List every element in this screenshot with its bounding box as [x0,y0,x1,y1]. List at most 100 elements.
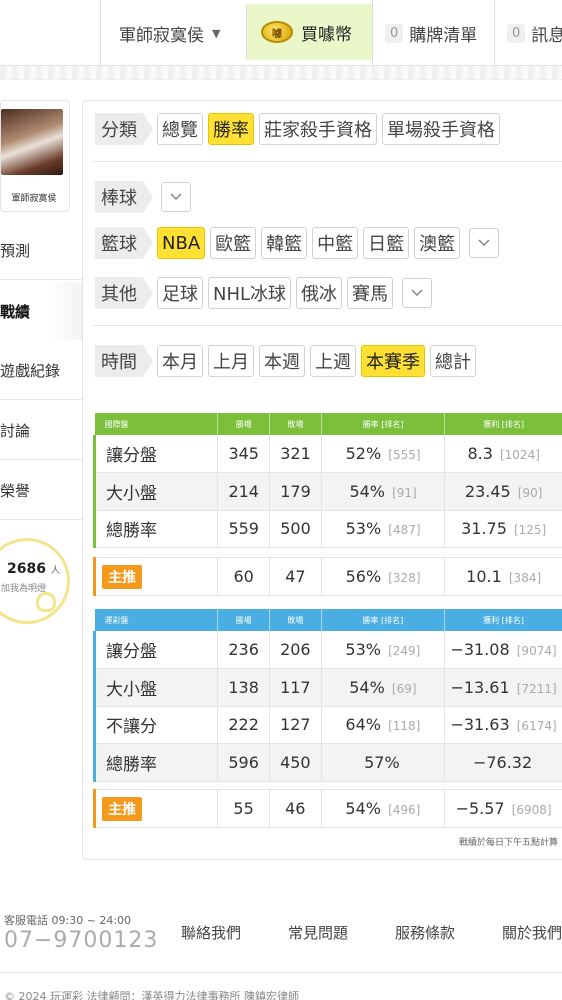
follow-lamp-button[interactable]: 2686 人 加我為明燈 [0,538,70,624]
sidebar-item-discussion[interactable]: 討論 [0,402,82,460]
footer-link-contact[interactable]: 聯絡我們 [181,922,241,943]
win-count: 55 [217,789,270,828]
intl-main-pick-row: 主推 60 47 56% [328] 10.1 [384] [92,557,562,596]
win-rate-rank: [69] [391,681,417,696]
footer-link-faq[interactable]: 常見問題 [288,922,348,943]
win-rate-cell: 56% [328] [321,557,446,596]
other-label: 其他 [95,277,153,309]
win-count: 345 [217,435,271,473]
profit-rank: [384] [508,571,542,585]
league-japan-button[interactable]: 日籃 [363,227,410,259]
profit: −31.08 [450,640,510,659]
time-last-week-button[interactable]: 上週 [310,345,356,377]
col-header: 勝率 [排名] [321,413,446,435]
lose-count: 206 [269,631,322,669]
col-header: 勝場 [217,413,271,435]
profit-rank: [6908] [511,803,552,817]
sport-nhl-button[interactable]: NHL冰球 [208,277,292,309]
win-count: 214 [217,472,271,511]
time-this-season-button[interactable]: 本賽季 [361,345,425,377]
league-australia-button[interactable]: 澳籃 [414,227,461,259]
time-this-month-button[interactable]: 本月 [157,345,203,377]
league-nba-button[interactable]: NBA [157,227,206,259]
category-banker-killer-button[interactable]: 莊家殺手資格 [259,113,377,145]
win-rate: 54% [345,799,381,818]
profit-cell: −13.61 [7211] [444,668,562,707]
profit: 31.75 [461,519,507,539]
chevron-down-icon [411,289,423,297]
category-single-killer-button[interactable]: 單場殺手資格 [382,113,500,145]
sport-horse-racing-button[interactable]: 賽馬 [347,277,394,309]
col-header: 運彩盤 [94,609,219,631]
win-rate-cell: 64% [118] [321,706,446,744]
other-filter-row: 其他 足球 NHL冰球 俄冰 賽馬 [95,277,433,309]
lottery-main-pick-row: 主推 55 46 54% [496] −5.57 [6908] [92,789,562,828]
profit: −5.57 [455,799,505,818]
basketball-dropdown[interactable] [469,228,500,258]
service-phone[interactable]: 07−9700123 [4,928,158,953]
other-dropdown[interactable] [402,278,433,308]
lottery-record-table: 運彩盤 勝場 敗場 勝率 [排名] 獲利 [排名] 讓分盤 236 206 53… [92,609,562,782]
row-name: 總勝率 [92,510,219,548]
service-hours-label: 客服電話 09:30 ~ 24:00 [4,914,132,927]
cart-label: 購牌清單 [409,25,478,46]
league-euro-button[interactable]: 歐籃 [210,227,257,259]
messages-button[interactable]: 0 訊息 [494,0,562,66]
category-winrate-button[interactable]: 勝率 [208,113,254,145]
row-name: 大小盤 [92,668,219,707]
fans-hint: 加我為明燈 [1,584,47,594]
baseball-dropdown[interactable] [161,182,191,212]
win-count: 236 [217,631,270,669]
footer-link-about[interactable]: 關於我們 [502,922,562,943]
time-last-month-button[interactable]: 上月 [208,345,254,377]
sidebar-item-honor[interactable]: 榮譽 [0,462,82,520]
win-rate-cell: 53% [249] [321,631,446,669]
time-this-week-button[interactable]: 本週 [259,345,305,377]
profile-card[interactable]: 軍師寂寞侯 [0,100,70,212]
win-rate: 54% [349,677,385,697]
win-rate-cell: 53% [487] [321,510,446,548]
divider [0,972,562,973]
win-rate: 53% [345,519,382,539]
lose-count: 179 [269,472,322,511]
footer: 客服電話 09:30 ~ 24:00 07−9700123 聯絡我們 常見問題 … [0,900,562,1000]
divider [93,325,562,326]
sidebar-item-predict[interactable]: 預測 [0,222,82,280]
win-rate-rank: [496] [388,803,421,817]
category-overview-button[interactable]: 總覽 [157,113,203,145]
table-row: 主推 55 46 54% [496] −5.57 [6908] [92,789,562,828]
table-header: 運彩盤 勝場 敗場 勝率 [排名] 獲利 [排名] [94,609,562,631]
win-rate: 52% [345,444,382,463]
chevron-down-icon [478,239,490,247]
sport-soccer-button[interactable]: 足球 [157,277,203,309]
user-menu[interactable]: 軍師寂寞侯 ▼ [100,0,246,66]
sidebar-item-game-log[interactable]: 遊戲紀錄 [0,342,82,400]
win-rate: 54% [349,481,385,501]
league-korea-button[interactable]: 韓籃 [261,227,308,259]
lose-count: 117 [269,668,322,707]
cart-button[interactable]: 0 購牌清單 [372,0,494,66]
sport-russia-hockey-button[interactable]: 俄冰 [296,277,343,309]
table-row: 主推 60 47 56% [328] 10.1 [384] [92,557,562,596]
row-name: 不讓分 [92,706,219,744]
win-rate-rank: [555] [388,448,421,462]
top-bar: 軍師寂寞侯 ▼ 噱 買噱幣 0 購牌清單 0 訊息 [0,0,562,66]
row-name: 總勝率 [92,743,219,782]
win-rate: 56% [345,567,382,586]
footer-link-terms[interactable]: 服務條款 [395,922,455,943]
table-row: 大小盤 214 179 54% [91] 23.45 [90] [92,472,562,511]
profit-rank: [9074] [516,644,557,658]
win-rate-cell: 52% [555] [321,435,446,473]
avatar-name: 軍師寂寞侯 [11,194,57,204]
win-rate-rank: [487] [388,523,421,538]
profit: −31.63 [450,715,510,735]
table-row: 大小盤 138 117 54% [69] −13.61 [7211] [92,668,562,707]
buy-coin-button[interactable]: 噱 買噱幣 [246,4,372,60]
league-china-button[interactable]: 中籃 [312,227,359,259]
row-name: 讓分盤 [92,435,219,473]
profit-rank: [90] [517,485,543,500]
time-total-button[interactable]: 總計 [430,345,476,377]
win-rate-rank: [249] [388,644,421,658]
profit-cell: 10.1 [384] [444,557,562,596]
sidebar-item-record[interactable]: 戰績 [0,282,82,340]
